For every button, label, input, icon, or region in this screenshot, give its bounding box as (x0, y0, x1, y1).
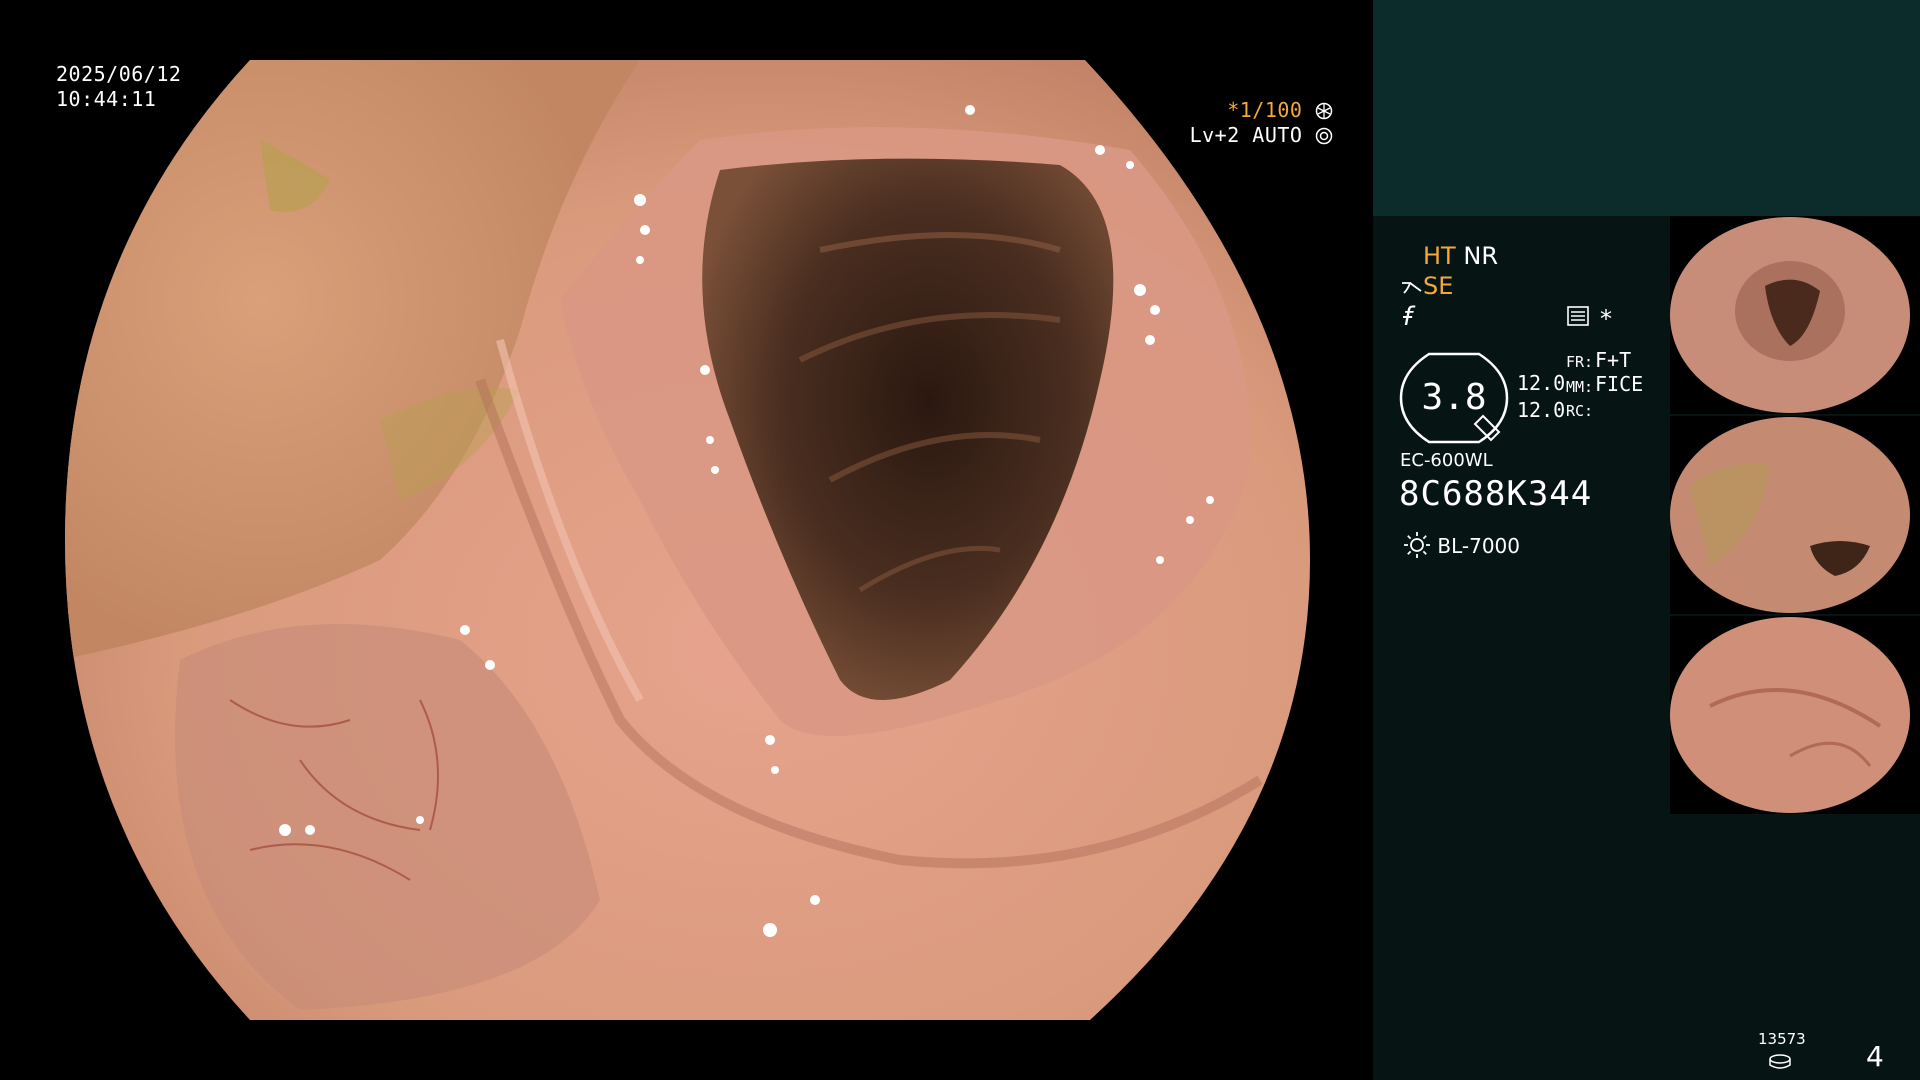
thumbnail-2-image (1670, 417, 1910, 613)
value-2: 12.0 (1517, 398, 1566, 422)
mm-label: MM: (1566, 378, 1594, 396)
endoscope-view: 2025/06/12 10:44:11 *1/100 Lv+2 AUTO (0, 0, 1373, 1080)
aperture-icon (1315, 127, 1333, 145)
shutter-row: *1/100 (1190, 98, 1333, 123)
shutter-text: *1/100 (1227, 98, 1303, 122)
thumbnail-3-image (1670, 617, 1910, 813)
value-1: 12.0 (1517, 371, 1566, 395)
se-label: SE (1423, 272, 1454, 300)
counter-icon (1769, 1054, 1791, 1069)
page-number: 4 (1866, 1040, 1884, 1073)
f-symbol: f (1403, 302, 1413, 332)
ht-label: HT (1423, 242, 1456, 270)
endoscopic-image (65, 60, 1310, 1020)
image-count: 13573 (1758, 1030, 1806, 1048)
thumbnail-1-image (1670, 217, 1910, 413)
fr-label: FR: (1566, 353, 1594, 371)
asterisk-mark: * (1600, 305, 1612, 333)
se-line: SE (1401, 272, 1453, 300)
shutter-icon (1315, 102, 1333, 120)
gauge-value: 3.8 (1421, 377, 1487, 418)
info-panel-header (1373, 0, 1920, 216)
mode-line: HT NR (1423, 242, 1498, 270)
level-row: Lv+2 AUTO (1190, 123, 1333, 148)
f-line: f (1403, 302, 1412, 332)
menu-icon (1567, 306, 1589, 326)
level-text: Lv+2 AUTO (1189, 123, 1303, 147)
thumbnail-2[interactable] (1670, 416, 1920, 614)
mm-value: FICE (1595, 372, 1644, 396)
time-text: 10:44:11 (56, 87, 157, 111)
serial-number: 8C688K344 (1399, 474, 1593, 514)
fr-value: F+T (1595, 348, 1632, 372)
sun-icon (1404, 532, 1430, 558)
thumbnail-1[interactable] (1670, 216, 1920, 414)
thumbnail-3[interactable] (1670, 616, 1920, 814)
date-time-readout: 2025/06/12 10:44:11 (56, 62, 181, 112)
enhancement-icon (1402, 282, 1422, 294)
nr-label: NR (1463, 242, 1498, 270)
scope-model: EC-600WL (1400, 450, 1493, 471)
rc-label: RC: (1566, 402, 1594, 420)
light-source-label: BL-7000 (1437, 534, 1520, 558)
exposure-readout: *1/100 Lv+2 AUTO (1190, 98, 1333, 148)
light-source-row: BL-7000 (1403, 531, 1520, 559)
date-text: 2025/06/12 (56, 62, 182, 86)
